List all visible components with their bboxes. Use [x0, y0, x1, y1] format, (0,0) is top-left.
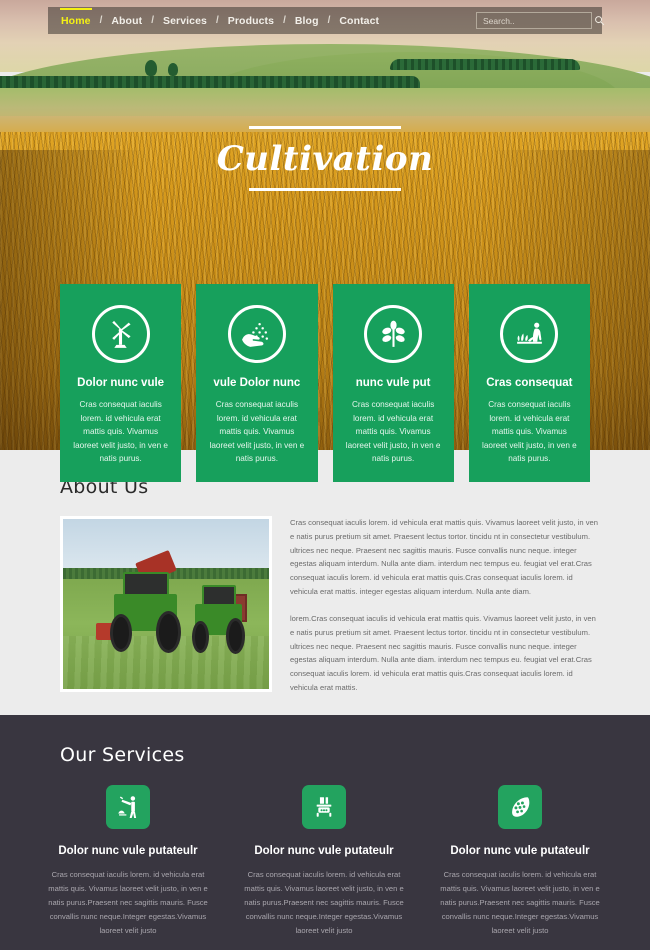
- search-icon: [595, 16, 605, 26]
- service-title: Dolor nunc vule putateulr: [450, 845, 590, 857]
- service-text: Cras consequat iaculis lorem. id vehicul…: [244, 870, 404, 936]
- nav-separator: /: [283, 15, 286, 26]
- page-root: Cultivation Home / About / Services / Pr…: [0, 0, 650, 950]
- about-paragraph: lorem.Cras consequat iaculis id vehicula…: [290, 613, 596, 692]
- nav-item-about[interactable]: About: [110, 15, 143, 27]
- nav-item-home[interactable]: Home: [60, 7, 92, 27]
- hero-rule-bottom: [249, 188, 401, 191]
- feature-card[interactable]: Dolor nunc vule Cras consequat iaculis l…: [60, 284, 182, 482]
- feature-card[interactable]: vule Dolor nunc Cras consequat iaculis l…: [196, 284, 318, 482]
- navbar: Home / About / Services / Products / Blo…: [48, 7, 605, 34]
- tractor-icon: [316, 797, 332, 817]
- service-title: Dolor nunc vule putateulr: [58, 845, 198, 857]
- feature-card-title: Dolor nunc vule: [77, 377, 165, 389]
- feature-card-title: vule Dolor nunc: [213, 377, 301, 389]
- feature-card-title: nunc vule put: [355, 377, 431, 389]
- nav-item-blog[interactable]: Blog: [294, 15, 320, 27]
- plant-leaves-icon: [381, 320, 405, 347]
- nav-item-services[interactable]: Services: [162, 15, 208, 27]
- hand-seeds-icon: [242, 322, 269, 347]
- tractor-wheel: [226, 617, 246, 654]
- service-icon-tile: [498, 785, 542, 829]
- farmer-planting-icon: [517, 322, 542, 344]
- feature-card-text: Cras consequat iaculis lorem. id vehicul…: [209, 400, 305, 464]
- search-input[interactable]: [477, 15, 594, 26]
- nav-separator: /: [215, 15, 219, 26]
- hero-title-block: Cultivation: [0, 126, 650, 191]
- tractor-front: [96, 550, 182, 655]
- farmer-hoe-icon: [118, 796, 137, 818]
- tractor-wheel: [109, 614, 133, 653]
- search-box[interactable]: [476, 12, 605, 29]
- feature-card-text: Cras consequat iaculis lorem. id vehicul…: [482, 400, 577, 464]
- nav-separator: /: [327, 15, 331, 26]
- feature-card-title: Cras consequat: [486, 377, 573, 389]
- windmill-icon: [112, 320, 131, 348]
- nav-item-products[interactable]: Products: [227, 15, 275, 27]
- feature-card-icon-ring: [364, 305, 423, 363]
- about-image-inner: [63, 519, 269, 689]
- feature-card-icon-ring: [500, 305, 559, 363]
- services-heading: Our Services: [60, 744, 185, 766]
- hero-tree-small: [145, 60, 157, 76]
- service-text: Cras consequat iaculis lorem. id vehicul…: [440, 870, 600, 936]
- about-body: Cras consequat iaculis lorem. id vehicul…: [60, 516, 600, 695]
- page-title: Cultivation: [216, 139, 434, 179]
- feature-card-icon-ring: [91, 305, 150, 363]
- feature-card-text: Cras consequat iaculis lorem. id vehicul…: [73, 400, 168, 464]
- feature-cards: Dolor nunc vule Cras consequat iaculis l…: [60, 284, 590, 482]
- nav-separator: /: [151, 15, 154, 26]
- service-item[interactable]: Dolor nunc vule putateulr Cras consequat…: [422, 785, 618, 938]
- hops-grain-icon: [512, 797, 530, 817]
- service-item[interactable]: Dolor nunc vule putateulr Cras consequat…: [30, 785, 226, 938]
- tractor-wheel: [191, 620, 209, 653]
- service-item[interactable]: Dolor nunc vule putateulr Cras consequat…: [226, 785, 422, 938]
- nav-separator: /: [99, 15, 103, 26]
- service-icon-tile: [106, 785, 150, 829]
- about-image: [60, 516, 272, 692]
- service-title: Dolor nunc vule putateulr: [254, 845, 394, 857]
- hero-rule-top: [249, 126, 401, 129]
- service-text: Cras consequat iaculis lorem. id vehicul…: [48, 870, 208, 936]
- search-button[interactable]: [594, 13, 605, 28]
- about-paragraph: Cras consequat iaculis lorem. id vehicul…: [290, 518, 598, 597]
- feature-card-icon-ring: [227, 305, 286, 363]
- nav-item-contact[interactable]: Contact: [338, 15, 380, 27]
- services-section: Our Services Dolor nunc vule putateulr C…: [0, 715, 650, 950]
- services-list: Dolor nunc vule putateulr Cras consequat…: [30, 785, 620, 938]
- feature-card-text: Cras consequat iaculis lorem. id vehicul…: [345, 400, 441, 464]
- tractor-rear: [191, 584, 248, 655]
- feature-card[interactable]: Cras consequat Cras consequat iaculis lo…: [468, 284, 590, 482]
- nav-list: Home / About / Services / Products / Blo…: [60, 7, 380, 27]
- hero-tree-small: [168, 63, 178, 76]
- tractor-wheel: [155, 610, 181, 654]
- feature-card[interactable]: nunc vule put Cras consequat iaculis lor…: [332, 284, 454, 482]
- service-icon-tile: [302, 785, 346, 829]
- about-text-block: Cras consequat iaculis lorem. id vehicul…: [290, 516, 600, 695]
- about-section: About Us Cras consequat iaculis lorem. i…: [0, 450, 650, 715]
